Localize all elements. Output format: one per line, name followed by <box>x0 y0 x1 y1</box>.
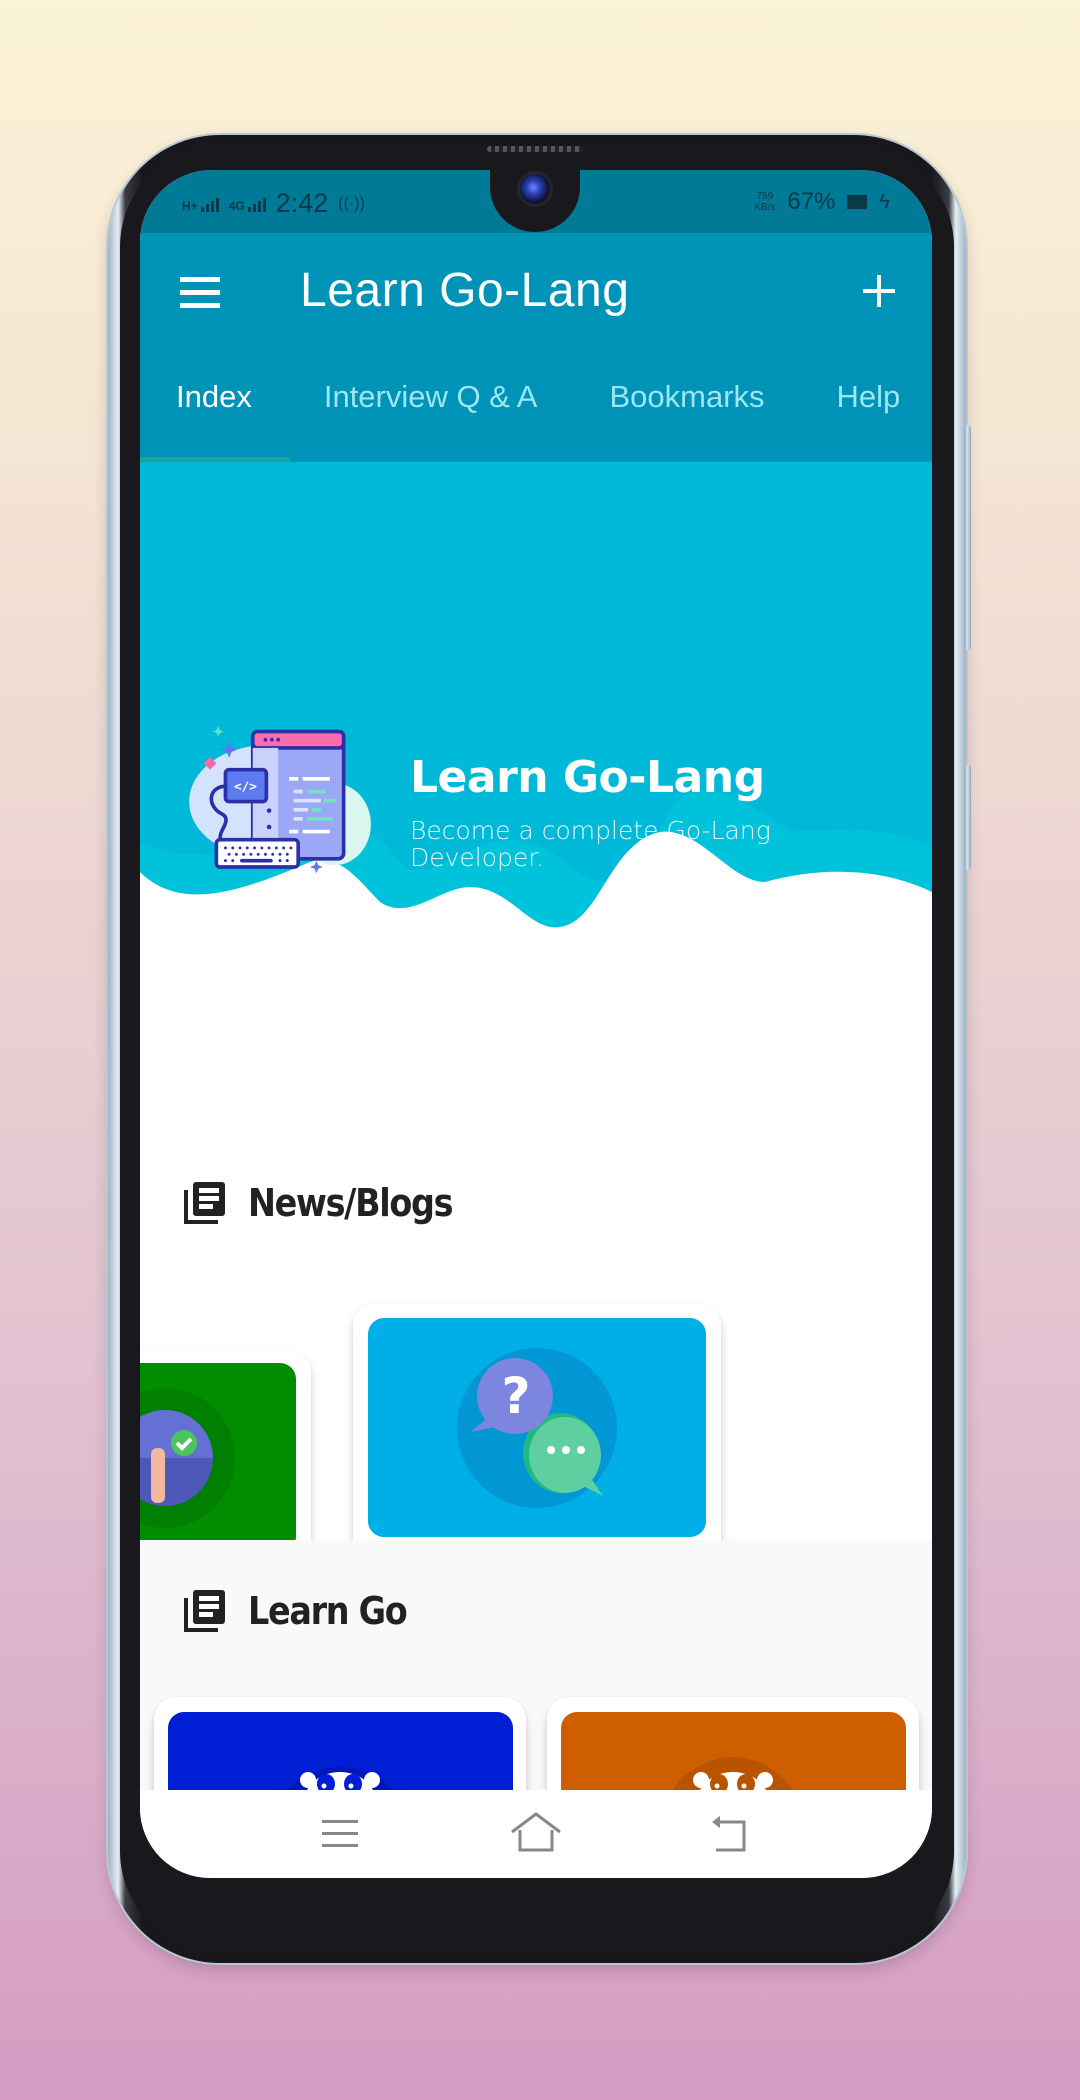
volume-button <box>964 425 971 650</box>
tab-index[interactable]: Index <box>140 375 252 441</box>
svg-text:?: ? <box>501 1367 530 1425</box>
hero-title: Learn Go-Lang <box>410 752 765 803</box>
network-type-1: H+ <box>182 198 198 213</box>
signal-2: 4G <box>229 196 266 212</box>
signal-bars-icon <box>247 196 266 212</box>
app-title: Learn Go-Lang <box>300 264 630 317</box>
svg-text:</>: </> <box>234 779 257 794</box>
app-toolbar: Learn Go-Lang Index Interview Q & A Book… <box>140 233 932 462</box>
net-speed-unit: KB/s <box>754 202 776 213</box>
back-icon[interactable] <box>700 1804 760 1864</box>
front-camera <box>520 174 550 204</box>
card-image: ? <box>368 1318 706 1537</box>
power-button <box>964 765 971 870</box>
recent-apps-icon[interactable] <box>310 1804 370 1864</box>
tab-bookmarks[interactable]: Bookmarks <box>537 375 764 441</box>
news-header: News/Blogs <box>182 1180 480 1226</box>
coding-illustration: </> <box>189 726 371 874</box>
home-icon[interactable] <box>506 1804 566 1864</box>
system-nav-bar <box>140 1790 932 1878</box>
learn-go-title: Learn Go <box>248 1589 408 1633</box>
app-screen: H+ 4G 2:42 ((·)) 759 KB/s 67% ϟ Learn Go… <box>140 170 932 1878</box>
tab-help[interactable]: Help <box>765 375 901 441</box>
newspaper-icon <box>184 1590 225 1632</box>
hero-subtitle: Become a complete Go-Lang Developer. <box>410 816 771 872</box>
tab-bar: Index Interview Q & A Bookmarks Help <box>140 375 932 441</box>
net-speed: 759 KB/s <box>754 191 775 213</box>
battery-percent: 67% <box>787 188 836 215</box>
hotspot-icon: ((·)) <box>338 194 365 212</box>
network-type-2: 4G <box>228 198 245 213</box>
learn-go-section: Learn Go <box>140 1540 932 1878</box>
bolt-icon: ϟ <box>879 190 890 213</box>
news-title: News/Blogs <box>248 1181 454 1225</box>
clock: 2:42 <box>275 188 329 218</box>
card-image <box>140 1363 296 1553</box>
signal-1: H+ <box>182 196 219 212</box>
newspaper-icon <box>184 1182 225 1224</box>
net-speed-value: 759 <box>756 191 774 202</box>
earpiece-speaker <box>487 146 583 152</box>
chat-question-icon: ? <box>457 1348 617 1508</box>
plus-icon[interactable] <box>858 269 900 311</box>
tab-interview-qa[interactable]: Interview Q & A <box>252 375 538 441</box>
approval-icon <box>140 1388 235 1528</box>
signal-bars-icon <box>200 196 219 212</box>
news-section: News/Blogs nd Cons <box>140 1000 932 1680</box>
learn-go-header: Learn Go <box>182 1588 428 1634</box>
hamburger-menu-icon[interactable] <box>180 275 222 311</box>
battery-icon <box>847 195 868 209</box>
